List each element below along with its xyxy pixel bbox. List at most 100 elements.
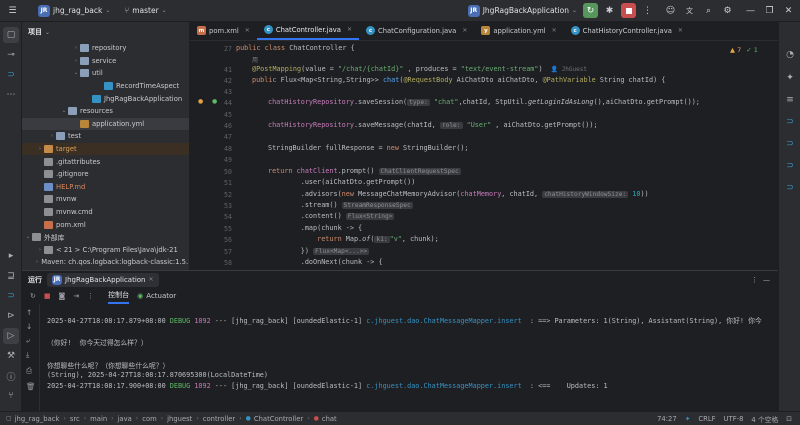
rerun-button[interactable]: ↻ bbox=[583, 3, 598, 18]
build-icon[interactable]: ⚒ bbox=[3, 348, 19, 364]
breadcrumb-item[interactable]: jhguest bbox=[167, 415, 192, 423]
ai-status-icon[interactable]: ✦ bbox=[685, 415, 691, 423]
translate-icon[interactable]: 文 bbox=[682, 3, 697, 18]
tree-item[interactable]: ⌄ 外部库 bbox=[22, 231, 189, 244]
cursor-position[interactable]: 74:27 bbox=[657, 415, 677, 423]
breadcrumb-item[interactable]: jhg_rag_back bbox=[15, 415, 60, 423]
ok-indicator[interactable]: ✓ 1 bbox=[746, 46, 758, 54]
expand-arrow-icon[interactable]: ⌄ bbox=[60, 108, 68, 114]
problems-icon[interactable]: ⓘ bbox=[3, 368, 19, 384]
stop-icon[interactable]: ■ bbox=[44, 292, 51, 300]
expand-arrow-icon[interactable]: › bbox=[48, 133, 56, 139]
tree-item[interactable]: › Maven: ch.qos.logback:logback-classic:1… bbox=[22, 256, 189, 269]
structure-icon[interactable]: ⊃ bbox=[3, 67, 19, 83]
restore-button[interactable]: ❐ bbox=[762, 3, 777, 18]
debug-button[interactable]: ✱ bbox=[602, 3, 617, 18]
run-icon[interactable]: ⊳ bbox=[3, 308, 19, 324]
tab-pom-xml[interactable]: m pom.xml ✕ bbox=[190, 22, 257, 40]
close-tab-icon[interactable]: ✕ bbox=[347, 26, 352, 33]
notifications-icon[interactable]: ◔ bbox=[782, 47, 798, 63]
commit-icon[interactable]: ⊸ bbox=[3, 47, 19, 63]
rerun-icon[interactable]: ↻ bbox=[30, 292, 36, 300]
add-user-icon[interactable]: ☺ bbox=[663, 3, 678, 18]
run-config-selector[interactable]: JR JhgRagBackApplication ⌄ bbox=[467, 4, 577, 17]
tree-item[interactable]: mvnw.cmd bbox=[22, 206, 189, 219]
project-folder-icon[interactable]: ▢ bbox=[3, 27, 19, 43]
tree-item[interactable]: RecordTimeAspect bbox=[22, 80, 189, 93]
print-icon[interactable]: ⎙ bbox=[26, 366, 32, 376]
tree-item[interactable]: › service bbox=[22, 55, 189, 68]
tree-item[interactable]: mvnw bbox=[22, 193, 189, 206]
services-icon[interactable]: ▸ bbox=[3, 248, 19, 264]
tab-chatconfiguration-java[interactable]: c ChatConfiguration.java ✕ bbox=[359, 22, 474, 40]
ai-assistant-icon[interactable]: ✦ bbox=[782, 70, 798, 86]
tree-item[interactable]: application.yml bbox=[22, 117, 189, 131]
expand-arrow-icon[interactable]: › bbox=[36, 259, 38, 265]
tab-chathistorycontroller-java[interactable]: c ChatHistoryController.java ✕ bbox=[564, 22, 690, 40]
implement-marker-icon[interactable]: ● bbox=[198, 98, 203, 105]
breadcrumb-item[interactable]: controller bbox=[203, 415, 235, 423]
minimize-panel-icon[interactable]: — bbox=[763, 276, 770, 284]
project-panel-title[interactable]: 项目 bbox=[28, 27, 42, 37]
expand-arrow-icon[interactable]: › bbox=[72, 58, 80, 64]
warnings-indicator[interactable]: ▲ 7 bbox=[730, 46, 741, 54]
breadcrumb-item[interactable]: src bbox=[70, 415, 80, 423]
close-tab-icon[interactable]: ✕ bbox=[149, 276, 154, 283]
expand-arrow-icon[interactable]: › bbox=[36, 146, 44, 152]
chevron-down-icon[interactable]: ⌄ bbox=[45, 29, 50, 36]
scroll-up-icon[interactable]: ↑ bbox=[26, 308, 32, 317]
close-tab-icon[interactable]: ✕ bbox=[245, 27, 250, 34]
tree-item[interactable]: › < 21 > C:\Program Files\Java\jdk-21 bbox=[22, 244, 189, 257]
tree-item[interactable]: .gitattributes bbox=[22, 155, 189, 168]
more-options-icon[interactable]: ⋮ bbox=[751, 276, 758, 284]
tree-item[interactable]: ⌄ resources bbox=[22, 105, 189, 118]
minimize-button[interactable]: — bbox=[743, 3, 758, 18]
breadcrumb-item[interactable]: chat bbox=[322, 415, 337, 423]
tree-item[interactable]: ⌄ util bbox=[22, 67, 189, 80]
expand-arrow-icon[interactable]: ⌄ bbox=[24, 234, 32, 240]
tree-item[interactable]: › test bbox=[22, 130, 189, 143]
file-encoding[interactable]: UTF-8 bbox=[724, 415, 744, 423]
line-ending[interactable]: CRLF bbox=[698, 415, 715, 423]
tree-item[interactable]: pom.xml bbox=[22, 218, 189, 231]
close-button[interactable]: ✕ bbox=[781, 3, 796, 18]
delete-icon[interactable]: 🗑 bbox=[26, 382, 36, 391]
tree-item[interactable]: JhgRagBackApplication bbox=[22, 92, 189, 105]
breadcrumb-item[interactable]: ChatController bbox=[254, 415, 303, 423]
tab-console[interactable]: 控制台 bbox=[108, 288, 130, 304]
stop-button[interactable] bbox=[621, 3, 636, 18]
filter-icon[interactable]: ⋮ bbox=[87, 292, 94, 300]
run-config-tab[interactable]: JR JhgRagBackApplication ✕ bbox=[47, 272, 159, 287]
close-tab-icon[interactable]: ✕ bbox=[462, 27, 467, 34]
branch-switcher[interactable]: ⑂ master ⌄ bbox=[124, 6, 166, 15]
tree-item[interactable]: HELP.md bbox=[22, 181, 189, 194]
database-icon[interactable]: ≡ bbox=[782, 92, 798, 108]
breadcrumb-item[interactable]: main bbox=[90, 415, 107, 423]
close-tab-icon[interactable]: ✕ bbox=[678, 27, 683, 34]
soft-wrap-icon[interactable]: ⤶ bbox=[26, 336, 30, 346]
terminal-icon[interactable]: ⊒ bbox=[3, 268, 19, 284]
tab-chatcontroller-java[interactable]: c ChatController.java ✕ bbox=[256, 22, 359, 40]
tree-item[interactable]: › repository bbox=[22, 42, 189, 55]
tab-application-yml[interactable]: y application.yml ✕ bbox=[474, 22, 563, 40]
exit-icon[interactable]: ⇥ bbox=[73, 292, 79, 300]
gradle-icon[interactable]: ⊃ bbox=[782, 158, 798, 174]
scroll-down-icon[interactable]: ↓ bbox=[26, 322, 32, 331]
more-actions-icon[interactable]: ⋮ bbox=[640, 3, 655, 18]
bean-icon[interactable]: ⊃ bbox=[782, 180, 798, 196]
more-tools-icon[interactable]: ⋯ bbox=[3, 87, 19, 103]
tree-item[interactable]: › target bbox=[22, 142, 189, 156]
expand-arrow-icon[interactable]: › bbox=[72, 45, 80, 51]
close-tab-icon[interactable]: ✕ bbox=[552, 27, 557, 34]
project-switcher[interactable]: JR jhg_rag_back ⌄ bbox=[38, 4, 110, 17]
maven-side-icon[interactable]: ⊃ bbox=[782, 136, 798, 152]
git-icon[interactable]: ⑂ bbox=[3, 388, 19, 404]
run-gutter-icon[interactable]: ● bbox=[212, 98, 217, 105]
debug-run-icon[interactable]: ▷ bbox=[3, 328, 19, 344]
search-icon[interactable]: ⌕ bbox=[701, 3, 716, 18]
breadcrumb-item[interactable]: java bbox=[118, 415, 132, 423]
breadcrumb-item[interactable]: com bbox=[142, 415, 157, 423]
camera-icon[interactable]: ◙ bbox=[59, 292, 66, 300]
expand-arrow-icon[interactable]: ⌄ bbox=[72, 70, 80, 76]
settings-gear-icon[interactable]: ⚙ bbox=[720, 3, 735, 18]
